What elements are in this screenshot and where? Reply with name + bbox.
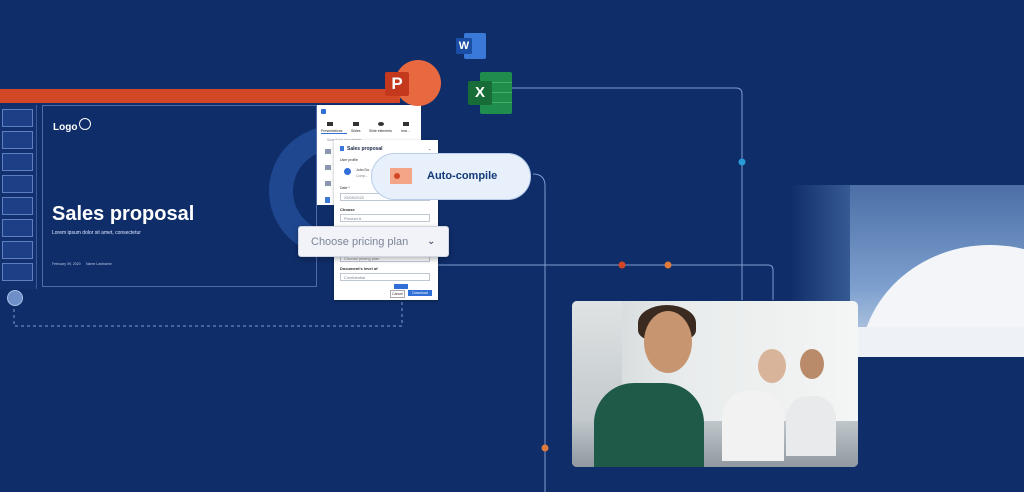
presentations-icon: [327, 122, 333, 126]
folder-icon: [325, 149, 331, 154]
slide-thumbnail[interactable]: [2, 131, 33, 149]
slide-thumbnails: [0, 105, 37, 289]
slide-date: February 09, 2020: [52, 262, 81, 266]
powerpoint-icon: P: [385, 60, 441, 116]
chevron-down-icon: ⌄: [427, 236, 436, 247]
form-doc-title: Sales proposal: [347, 146, 383, 152]
slide-thumbnail-icon: [390, 168, 412, 184]
slide-thumbnail[interactable]: [2, 153, 33, 171]
add-slide-icon[interactable]: [7, 290, 23, 306]
slide-thumbnail[interactable]: [2, 197, 33, 215]
slide-thumbnail[interactable]: [2, 175, 33, 193]
download-button[interactable]: Download: [408, 290, 432, 296]
pricing-plan-dropdown[interactable]: Choose pricing plan ⌄: [298, 226, 449, 257]
slide-title: Sales proposal: [52, 203, 195, 225]
auto-compile-label: Auto-compile: [427, 170, 498, 182]
logo-mark-icon: [79, 118, 91, 130]
document-level-label: Document's level of: [340, 266, 378, 271]
selected-check-icon[interactable]: [344, 168, 351, 175]
collapse-chevron-icon[interactable]: ⌄: [428, 146, 431, 151]
app-icon: [321, 109, 326, 114]
tab-slide-elements[interactable]: Slide elements: [369, 129, 392, 133]
slide-logo: Logo: [53, 122, 78, 133]
document-level-select[interactable]: Confidential: [340, 273, 430, 281]
connector-dot: [738, 158, 746, 166]
choose-product-field[interactable]: Product A: [340, 214, 430, 222]
support-agents-photo: [572, 301, 858, 467]
user-name: John Do...: [356, 168, 372, 172]
slide-thumbnail[interactable]: [2, 263, 33, 281]
slide-preview: Logo Sales proposal Lorem ipsum dolor si…: [42, 105, 317, 287]
powerpoint-accent-bar: [0, 89, 400, 103]
folder-icon: [325, 181, 331, 186]
connector-dot: [618, 261, 626, 269]
slide-thumbnail[interactable]: [2, 109, 33, 127]
images-icon: [403, 122, 409, 126]
slides-icon: [353, 122, 359, 126]
date-label: Date *: [340, 186, 350, 190]
slide-author: Name Lastname: [86, 262, 112, 266]
connector-dot: [541, 444, 549, 452]
slide-elements-icon: [378, 122, 384, 126]
dropdown-placeholder: Choose pricing plan: [311, 236, 409, 248]
excel-icon: X: [468, 72, 512, 114]
auto-compile-button[interactable]: Auto-compile: [371, 153, 531, 200]
slide-thumbnail[interactable]: [2, 241, 33, 259]
document-icon: [325, 197, 330, 203]
slide-subtitle: Lorem ipsum dolor sit amet, consectetur: [52, 230, 141, 236]
tab-images[interactable]: Ima...: [401, 129, 410, 133]
slide-thumbnail[interactable]: [2, 219, 33, 237]
user-profile-label: User profile: [340, 158, 358, 162]
connector-dot: [664, 261, 672, 269]
focus-button-highlight: [394, 284, 408, 289]
folder-icon: [325, 165, 331, 170]
choose-label: Choose: [340, 207, 355, 212]
document-icon: [340, 146, 344, 151]
cancel-button[interactable]: Cancel: [390, 290, 405, 298]
tab-slides[interactable]: Slides: [351, 129, 361, 133]
word-icon: W: [456, 33, 486, 59]
user-company: Comp...: [356, 174, 369, 178]
